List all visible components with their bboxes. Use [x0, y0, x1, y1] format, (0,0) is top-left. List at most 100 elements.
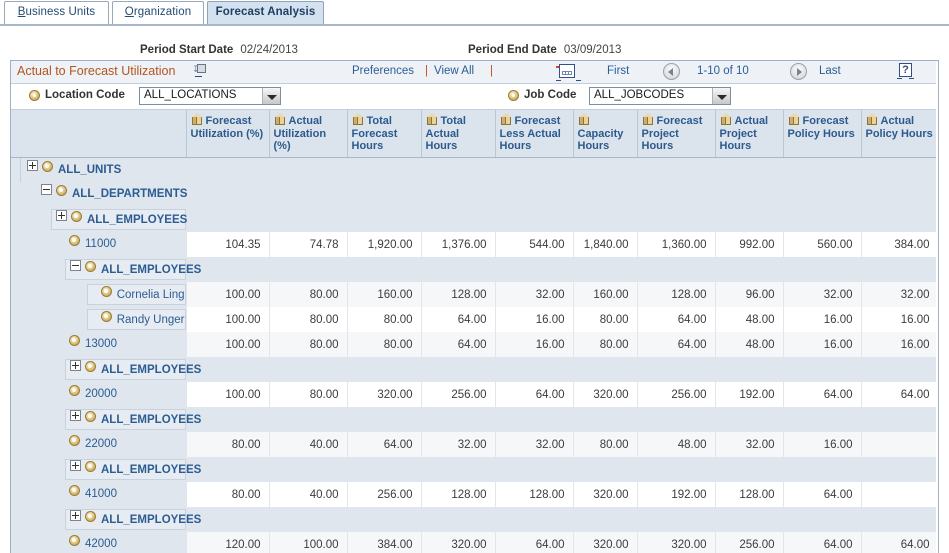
- table-cell: [715, 507, 784, 532]
- expand-node-icon[interactable]: [70, 410, 81, 422]
- tab-organization[interactable]: Organization: [112, 1, 204, 24]
- tree-node[interactable]: ALL_EMPLOYEES: [65, 509, 201, 530]
- tree-cell: 11000: [11, 232, 187, 257]
- table-cell: [783, 357, 862, 382]
- tab-business-units[interactable]: Business Units: [4, 1, 109, 24]
- tree-node[interactable]: Randy Unger: [87, 309, 186, 330]
- job-code-select[interactable]: ALL_JOBCODES: [589, 87, 731, 105]
- table-row: 41000 80.00 40.00 256.00 128.00 128.00 320.00 1…: [11, 482, 938, 507]
- calendar-icon-grid: [562, 71, 572, 75]
- utilization-table: Forecast Utilization (%) Actual Utilizati…: [11, 110, 938, 553]
- tree-node-bullet-icon: [100, 286, 112, 298]
- tree-node[interactable]: 20000: [65, 384, 117, 405]
- table-cell: 64.00: [783, 482, 862, 507]
- expand-node-icon[interactable]: [70, 460, 81, 472]
- column-header-1: Actual Utilization (%): [269, 110, 348, 158]
- table-cell: [347, 507, 422, 532]
- cube-icon: [788, 113, 801, 126]
- chevron-down-icon[interactable]: [262, 88, 280, 104]
- expand-node-icon[interactable]: [56, 210, 67, 222]
- table-cell: [269, 457, 348, 482]
- tree-node[interactable]: ALL_DEPARTMENTS: [37, 184, 187, 205]
- table-cell: [783, 157, 862, 182]
- table-cell: 64.00: [495, 532, 574, 553]
- table-cell: [637, 407, 716, 432]
- tree-node[interactable]: 22000: [65, 434, 117, 455]
- table-cell: [347, 257, 422, 282]
- table-header-row: Forecast Utilization (%) Actual Utilizati…: [11, 110, 938, 158]
- table-row: ALL_EMPLOYEES: [11, 257, 938, 282]
- table-cell: [715, 407, 784, 432]
- find-download-icon[interactable]: ↧: [192, 64, 207, 78]
- view-all-link[interactable]: View All: [434, 65, 474, 77]
- last-page-link[interactable]: Last: [819, 65, 841, 77]
- expand-node-icon[interactable]: [27, 159, 38, 171]
- table-row: Randy Unger 100.00 80.00 80.00 64.00 16.00 80.…: [11, 307, 938, 332]
- table-cell: 64.00: [861, 382, 938, 407]
- tree-node[interactable]: 42000: [65, 534, 117, 553]
- table-cell: [186, 207, 270, 232]
- table-cell: [421, 357, 496, 382]
- location-code-select[interactable]: ALL_LOCATIONS: [139, 87, 281, 105]
- table-cell: 100.00: [269, 532, 348, 553]
- collapse-node-icon[interactable]: [41, 184, 52, 196]
- tree-node[interactable]: ALL_EMPLOYEES: [65, 459, 201, 480]
- expand-node-icon[interactable]: [70, 510, 81, 522]
- tree-node[interactable]: 11000: [65, 234, 116, 255]
- tree-cell: ALL_DEPARTMENTS: [11, 182, 187, 207]
- table-cell: [269, 507, 348, 532]
- table-cell: [573, 507, 638, 532]
- cube-icon: [642, 113, 655, 126]
- table-row: 13000 100.00 80.00 80.00 64.00 16.00 80.00 64.0…: [11, 332, 938, 357]
- table-cell: 64.00: [783, 532, 862, 553]
- tree-node-label: ALL_EMPLOYEES: [101, 414, 202, 426]
- table-cell: [495, 207, 574, 232]
- period-start-date-label: Period Start Date: [140, 44, 234, 56]
- previous-page-arrow-icon[interactable]: [663, 63, 680, 80]
- help-icon[interactable]: ?: [897, 63, 914, 79]
- preferences-link[interactable]: Preferences: [352, 65, 414, 77]
- table-cell: 256.00: [637, 382, 716, 407]
- table-cell: 320.00: [573, 382, 638, 407]
- tree-node[interactable]: Cornelia Ling: [87, 284, 186, 305]
- table-cell: 100.00: [186, 382, 270, 407]
- table-cell: 40.00: [269, 482, 348, 507]
- tree-node[interactable]: ALL_EMPLOYEES: [65, 359, 201, 380]
- tree-node[interactable]: ALL_EMPLOYEES: [65, 409, 201, 430]
- first-page-link[interactable]: First: [607, 65, 629, 77]
- table-cell: 80.00: [573, 332, 638, 357]
- tree-node-label: 13000: [85, 338, 117, 350]
- cube-icon: [720, 113, 733, 126]
- column-header-2: Total Forecast Hours: [347, 110, 422, 158]
- tab-forecast-analysis[interactable]: Forecast Analysis: [207, 1, 324, 24]
- cube-icon: [500, 113, 513, 126]
- table-cell: [495, 507, 574, 532]
- column-header-6: Forecast Project Hours: [637, 110, 716, 158]
- job-code-label: Job Code: [524, 89, 577, 101]
- next-page-arrow-icon[interactable]: [790, 63, 807, 80]
- table-row: ALL_EMPLOYEES: [11, 457, 938, 482]
- table-cell: 1,376.00: [421, 232, 496, 257]
- table-cell: [495, 407, 574, 432]
- chevron-down-icon[interactable]: [712, 88, 730, 104]
- calendar-icon[interactable]: [556, 64, 581, 81]
- table-cell: 80.00: [347, 307, 422, 332]
- tree-node-bullet-icon: [69, 535, 80, 547]
- table-cell: [347, 457, 422, 482]
- tree-node-label: 41000: [85, 488, 117, 500]
- table-cell: 160.00: [573, 282, 638, 307]
- table-cell: [637, 207, 716, 232]
- collapse-node-icon[interactable]: [70, 260, 81, 272]
- cube-icon: [426, 113, 439, 126]
- table-cell: 80.00: [573, 432, 638, 457]
- tree-node[interactable]: ALL_UNITS: [23, 159, 121, 181]
- tree-node[interactable]: 13000: [65, 334, 117, 355]
- table-cell: [715, 207, 784, 232]
- table-cell: [637, 507, 716, 532]
- expand-node-icon[interactable]: [70, 360, 81, 372]
- tree-node[interactable]: 41000: [65, 484, 117, 505]
- table-cell: 16.00: [783, 307, 862, 332]
- table-cell: [573, 357, 638, 382]
- tree-node[interactable]: ALL_EMPLOYEES: [51, 209, 187, 230]
- tree-node[interactable]: ALL_EMPLOYEES: [65, 259, 201, 280]
